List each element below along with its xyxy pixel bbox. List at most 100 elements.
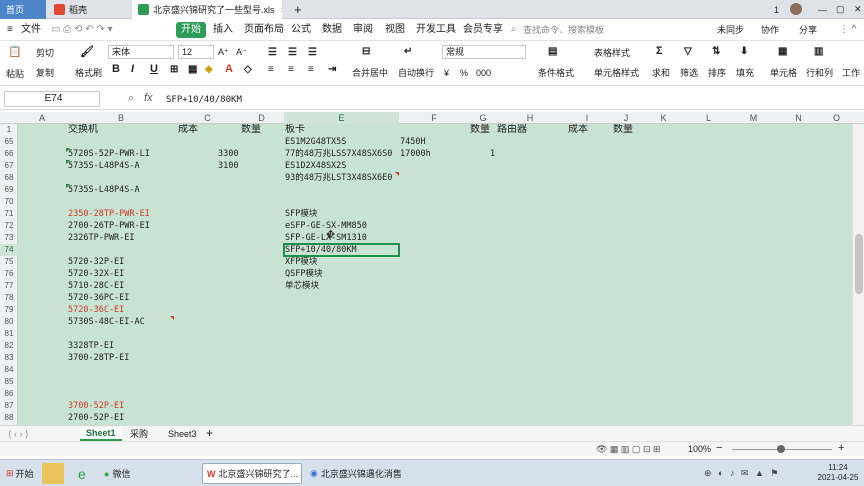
cell-i1[interactable]: 成本 bbox=[568, 124, 588, 136]
row-header[interactable]: 74 bbox=[0, 244, 18, 256]
col-header-D[interactable]: D bbox=[239, 112, 284, 124]
clock[interactable]: 11:24 2021-04-25 bbox=[816, 463, 860, 483]
cell-b77[interactable]: 5710-28C-EI bbox=[68, 280, 124, 292]
cell-f66[interactable]: 17000h bbox=[400, 148, 431, 160]
fill-icon[interactable]: ⬇ bbox=[740, 45, 748, 58]
cell-g66[interactable]: 1 bbox=[490, 148, 495, 160]
close-icon[interactable]: ✕ bbox=[848, 0, 864, 19]
cell-b87[interactable]: 3700-52P-EI bbox=[68, 400, 124, 412]
row-header[interactable]: 88 bbox=[0, 412, 18, 424]
menu-member[interactable]: 会员专享 bbox=[460, 22, 506, 38]
sum-icon[interactable]: Σ bbox=[656, 45, 663, 58]
row-header[interactable]: 72 bbox=[0, 220, 18, 232]
align-right-icon[interactable]: ≡ bbox=[308, 63, 314, 76]
cell-e67[interactable]: ES1D2X48SX2S bbox=[285, 160, 346, 172]
menu-review[interactable]: 审阅 bbox=[350, 22, 376, 38]
row-header[interactable]: 80 bbox=[0, 316, 18, 328]
cell-e68[interactable]: 93的48万兆LST3X48SX6E0 bbox=[285, 172, 392, 184]
cell-b83[interactable]: 3700-28TP-EI bbox=[68, 352, 129, 364]
cell-h1[interactable]: 路由器 bbox=[497, 124, 527, 136]
paste-icon[interactable]: 📋 bbox=[8, 46, 22, 59]
avatar[interactable] bbox=[790, 3, 802, 15]
font-name-select[interactable]: 宋体 bbox=[108, 45, 174, 59]
sheet-grid[interactable]: ✥ 交换机 成本 数量 板卡 数量 路由器 成本 数量 ES1M2G48TX5S 7450H 572… bbox=[18, 124, 852, 425]
font-inc-button[interactable]: A⁺ bbox=[218, 46, 229, 58]
row-header[interactable]: 79 bbox=[0, 304, 18, 316]
row-header[interactable]: 73 bbox=[0, 232, 18, 244]
col-header-G[interactable]: G bbox=[469, 112, 497, 124]
font-color-icon[interactable]: A bbox=[225, 63, 233, 76]
command-search[interactable]: 查找命令、搜索模板 bbox=[520, 22, 607, 38]
italic-button[interactable]: I bbox=[131, 63, 134, 76]
row-header[interactable]: 67 bbox=[0, 160, 18, 172]
page-num[interactable]: 1 bbox=[768, 0, 782, 19]
col-header-C[interactable]: C bbox=[176, 112, 239, 124]
menu-formula[interactable]: 公式 bbox=[288, 22, 314, 38]
menu-view[interactable]: 视图 bbox=[382, 22, 408, 38]
worksheet-button[interactable]: 工作 bbox=[842, 67, 860, 79]
cell-b80[interactable]: 5730S-48C-EI-AC bbox=[68, 316, 145, 328]
sort-icon[interactable]: ⇅ bbox=[712, 45, 720, 58]
wrap-button[interactable]: 自动换行 bbox=[398, 67, 434, 79]
row-header[interactable]: 85 bbox=[0, 376, 18, 388]
col-header-J[interactable]: J bbox=[611, 112, 641, 124]
wechat-task[interactable]: ● 微信 bbox=[100, 463, 150, 484]
row-header[interactable]: 77 bbox=[0, 280, 18, 292]
chrome-task[interactable]: ◉ 北京盛兴锦遇化消售 bbox=[306, 463, 402, 484]
tab-file[interactable]: 北京盛兴锦研究了一些型号.xls × bbox=[132, 0, 282, 19]
cond-format-button[interactable]: 条件格式 bbox=[538, 67, 574, 79]
cell-e74[interactable]: SFP+10/40/80KM bbox=[285, 244, 357, 256]
hamburger-icon[interactable]: ≡ bbox=[4, 22, 16, 38]
cell-c66[interactable]: 3300 bbox=[218, 148, 238, 160]
cell-c1[interactable]: 成本 bbox=[178, 124, 198, 136]
col-header-E[interactable]: E bbox=[284, 112, 399, 124]
align-bottom-icon[interactable]: ☰ bbox=[308, 46, 317, 59]
share-button[interactable]: 分享 bbox=[796, 22, 820, 38]
menu-file[interactable]: 文件 bbox=[18, 22, 44, 38]
cut-button[interactable]: 剪切 bbox=[36, 47, 54, 59]
row-header[interactable]: 66 bbox=[0, 148, 18, 160]
tab-close-icon[interactable]: × bbox=[281, 5, 282, 15]
cell-e76[interactable]: QSFP模块 bbox=[285, 268, 322, 280]
tab-daoke[interactable]: 稻壳 bbox=[48, 0, 130, 19]
number-format-select[interactable]: 常规 bbox=[442, 45, 526, 59]
row-header[interactable]: 1 bbox=[0, 124, 18, 136]
filter-icon[interactable]: ▽ bbox=[684, 45, 692, 58]
collab-button[interactable]: 协作 bbox=[758, 22, 782, 38]
grid-icon[interactable]: ▦ bbox=[188, 63, 197, 76]
cell-b88[interactable]: 2700-52P-EI bbox=[68, 412, 124, 424]
ie-icon[interactable]: e bbox=[74, 463, 96, 484]
format-painter-button[interactable]: 格式刷 bbox=[75, 67, 102, 79]
zoom-minus[interactable]: − bbox=[716, 442, 722, 454]
zoom-plus[interactable]: + bbox=[838, 442, 844, 454]
cell-e66[interactable]: 77的48万兆LSS7X48SX6S0 bbox=[285, 148, 392, 160]
cell-e72[interactable]: eSFP-GE-SX-MM850 bbox=[285, 220, 367, 232]
underline-button[interactable]: U bbox=[150, 63, 158, 76]
col-header-F[interactable]: F bbox=[399, 112, 469, 124]
col-header-O[interactable]: O bbox=[821, 112, 852, 124]
cell-b76[interactable]: 5720-32X-EI bbox=[68, 268, 124, 280]
sheet-tab-active[interactable]: Sheet1 bbox=[80, 427, 122, 441]
cell-e65[interactable]: ES1M2G48TX5S bbox=[285, 136, 346, 148]
row-header[interactable]: 86 bbox=[0, 388, 18, 400]
zoom-glass-icon[interactable]: ⌕ bbox=[128, 92, 134, 104]
cell-d1[interactable]: 数量 bbox=[241, 124, 261, 136]
copy-button[interactable]: 复制 bbox=[36, 67, 54, 79]
align-left-icon[interactable]: ≡ bbox=[268, 63, 274, 76]
cell-b1[interactable]: 交换机 bbox=[68, 124, 98, 136]
col-header-B[interactable]: B bbox=[66, 112, 176, 124]
menu-insert[interactable]: 插入 bbox=[210, 22, 236, 38]
sheet-tab-2[interactable]: 采购 bbox=[130, 428, 148, 440]
rowcol-icon[interactable]: ▥ bbox=[814, 45, 823, 58]
cell-c67[interactable]: 3100 bbox=[218, 160, 238, 172]
filter-button[interactable]: 筛选 bbox=[680, 67, 698, 79]
col-header-M[interactable]: M bbox=[731, 112, 776, 124]
row-header[interactable]: 70 bbox=[0, 196, 18, 208]
new-tab-button[interactable]: + bbox=[288, 0, 306, 19]
minimize-icon[interactable]: — bbox=[812, 0, 828, 19]
fill-color-icon[interactable]: ◈ bbox=[205, 63, 213, 76]
cell-icon[interactable]: ▦ bbox=[778, 45, 787, 58]
cell-e1[interactable]: 板卡 bbox=[285, 124, 305, 136]
cell-b72[interactable]: 2700-26TP-PWR-EI bbox=[68, 220, 150, 232]
quick-access-icons[interactable]: ▭ ⎙ ⟲ ↶ ↷ ▾ bbox=[48, 22, 116, 38]
